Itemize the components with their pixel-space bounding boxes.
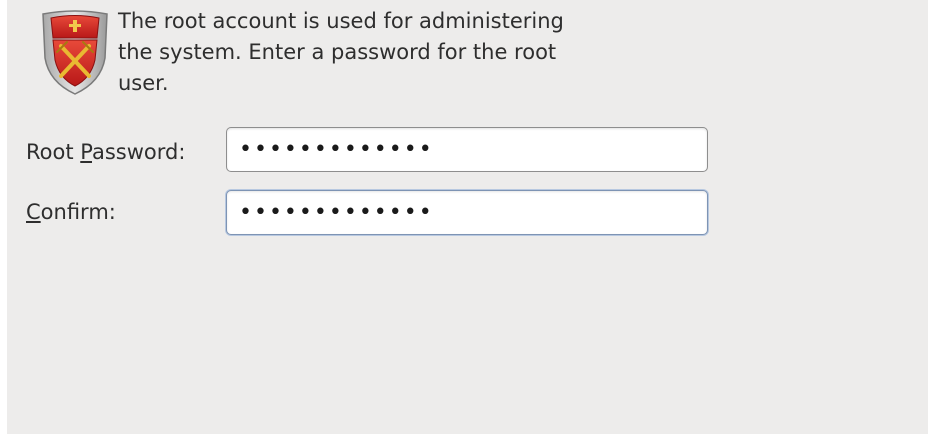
root-password-panel: The root account is used for administeri… <box>7 0 928 434</box>
description-line-1: The root account is used for administeri… <box>118 9 564 33</box>
description-line-3: user. <box>118 71 169 95</box>
root-account-description: The root account is used for administeri… <box>118 6 678 99</box>
root-shield-icon <box>42 10 108 95</box>
root-password-input[interactable] <box>226 127 708 172</box>
confirm-label-mnemonic: C <box>26 200 41 224</box>
confirm-password-label: Confirm: <box>26 199 116 225</box>
confirm-label-suffix: onfirm: <box>40 200 116 224</box>
root-password-label-mnemonic: P <box>80 140 92 164</box>
root-password-label: Root Password: <box>26 139 185 165</box>
root-password-label-suffix: assword: <box>92 140 186 164</box>
description-line-2: the system. Enter a password for the roo… <box>118 40 557 64</box>
root-password-label-prefix: Root <box>26 140 81 164</box>
confirm-password-input[interactable] <box>226 190 708 235</box>
